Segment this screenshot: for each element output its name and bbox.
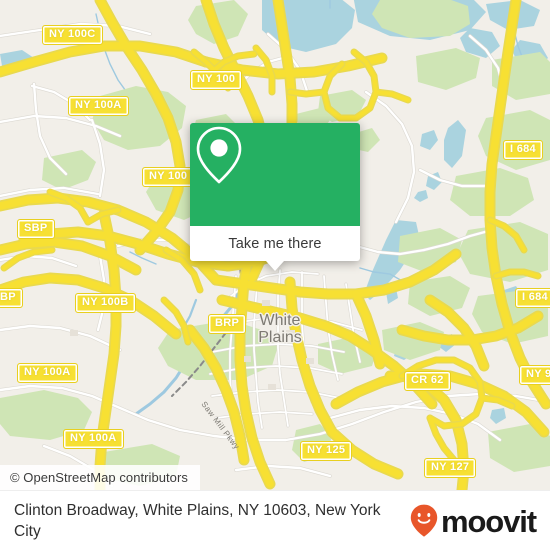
shield-ny-100-1[interactable]: NY 100 bbox=[190, 70, 243, 90]
shield-sbp[interactable]: SBP bbox=[17, 219, 55, 239]
moovit-map-screen: .w{fill:#aad3df} .pk{fill:#cfe5b5} .mj{f… bbox=[0, 0, 550, 550]
location-popup-card[interactable]: Take me there bbox=[190, 123, 360, 271]
popup-footer[interactable]: Take me there bbox=[190, 226, 360, 271]
shield-ny-100a-2[interactable]: NY 100A bbox=[17, 363, 78, 383]
shield-ny-100c[interactable]: NY 100C bbox=[42, 25, 103, 45]
popup-tail bbox=[266, 261, 284, 271]
osm-attribution[interactable]: © OpenStreetMap contributors bbox=[0, 465, 200, 490]
osm-attribution-text: © OpenStreetMap contributors bbox=[10, 470, 188, 485]
shield-ny-100-2[interactable]: NY 100 bbox=[142, 167, 195, 187]
shield-i-684-1[interactable]: I 684 bbox=[503, 140, 543, 160]
shield-ny-127[interactable]: NY 127 bbox=[424, 458, 477, 478]
address-text: Clinton Broadway, White Plains, NY 10603… bbox=[14, 501, 381, 540]
shield-ny-100a-3[interactable]: NY 100A bbox=[63, 429, 124, 449]
shield-ny-100b[interactable]: NY 100B bbox=[75, 293, 136, 313]
shield-ny-100a-1[interactable]: NY 100A bbox=[68, 96, 129, 116]
take-me-there-label: Take me there bbox=[228, 235, 322, 252]
popup-header bbox=[190, 123, 360, 226]
location-pin-icon bbox=[196, 126, 242, 184]
shield-brp[interactable]: BRP bbox=[208, 314, 247, 334]
map-canvas[interactable]: .w{fill:#aad3df} .pk{fill:#cfe5b5} .mj{f… bbox=[0, 0, 550, 490]
shield-bp[interactable]: BP bbox=[0, 288, 23, 308]
moovit-wordmark: moovit bbox=[440, 504, 537, 539]
moovit-logo[interactable]: moovit bbox=[410, 501, 537, 541]
shield-ny-98[interactable]: NY 98 bbox=[519, 365, 550, 385]
shield-ny-125[interactable]: NY 125 bbox=[300, 441, 353, 461]
moovit-smiley-pin-icon bbox=[410, 504, 438, 537]
shield-cr-62[interactable]: CR 62 bbox=[404, 371, 451, 391]
footer-bar: Clinton Broadway, White Plains, NY 10603… bbox=[0, 490, 550, 550]
shield-i-684-2[interactable]: I 684 bbox=[515, 288, 550, 308]
